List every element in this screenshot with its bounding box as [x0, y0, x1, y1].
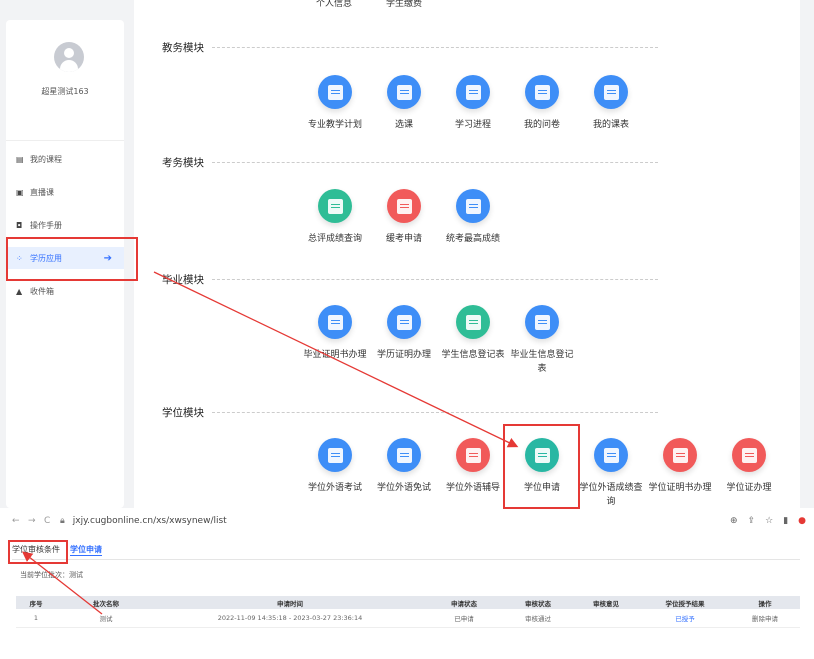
annotation-arrow — [21, 551, 103, 615]
annotation-arrow — [153, 271, 519, 448]
annotation-arrows — [21, 271, 519, 615]
